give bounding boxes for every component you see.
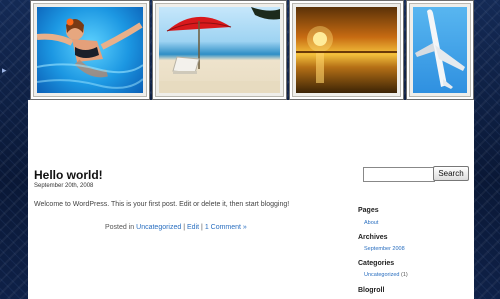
post-meta: Posted in Uncategorized | Edit | 1 Comme…	[105, 224, 247, 231]
content-area: Hello world! September 20th, 2008 Welcom…	[28, 100, 474, 299]
header-photo-beach	[152, 0, 287, 100]
post-date: September 20th, 2008	[34, 183, 94, 189]
header-photo-airplane	[406, 0, 474, 100]
header-photo-sunset	[289, 0, 404, 100]
sidebar-link-category[interactable]: Uncategorized (1)	[364, 272, 408, 278]
widget-title-categories: Categories	[358, 260, 395, 267]
photo-airplane-image	[413, 7, 467, 93]
post-title[interactable]: Hello world!	[34, 168, 103, 182]
swimmer-graphic	[37, 18, 143, 89]
posted-in-label: Posted in	[105, 224, 135, 231]
meta-separator: |	[201, 224, 203, 231]
category-label[interactable]: Uncategorized	[364, 272, 399, 278]
search-button[interactable]: Search	[433, 166, 469, 181]
header-photo-pool	[30, 0, 150, 100]
beach-umbrella-graphic	[159, 7, 280, 93]
side-decoration: ▸	[2, 65, 7, 75]
edit-link[interactable]: Edit	[187, 224, 199, 231]
airplane-graphic	[415, 9, 465, 89]
header-photo-strip	[28, 0, 474, 100]
post-body: Welcome to WordPress. This is your first…	[34, 201, 290, 208]
search-input[interactable]	[363, 167, 435, 182]
category-count: (1)	[401, 272, 408, 278]
category-link[interactable]: Uncategorized	[136, 224, 181, 231]
sidebar-link-archive[interactable]: September 2008	[364, 246, 405, 252]
sunset-graphic	[296, 26, 397, 83]
comments-link[interactable]: 1 Comment »	[205, 224, 247, 231]
meta-separator: |	[183, 224, 186, 231]
photo-beach-image	[159, 7, 280, 93]
sidebar-link-about[interactable]: About	[364, 220, 378, 226]
widget-title-archives: Archives	[358, 234, 388, 241]
photo-pool-image	[37, 7, 143, 93]
photo-sunset-image	[296, 7, 397, 93]
widget-title-pages: Pages	[358, 207, 379, 214]
widget-title-blogroll: Blogroll	[358, 287, 385, 294]
